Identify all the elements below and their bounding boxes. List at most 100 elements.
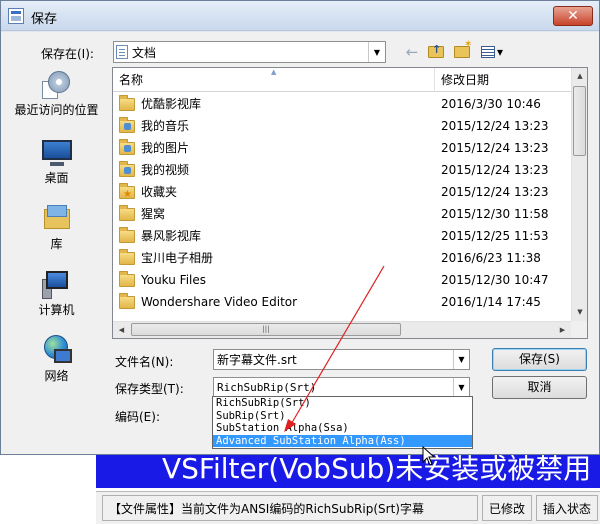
music-folder-icon <box>119 116 135 133</box>
favorites-folder-icon <box>119 182 135 206</box>
new-folder-icon <box>454 39 472 58</box>
dropdown-option[interactable]: RichSubRip(Srt) <box>213 397 472 410</box>
list-item[interactable]: 收藏夹 2015/12/24 13:23 <box>113 181 571 206</box>
file-name: 我的音乐 <box>141 119 190 133</box>
libraries-icon <box>40 203 74 235</box>
back-arrow-icon: ← <box>405 43 419 61</box>
network-icon <box>40 335 74 367</box>
place-network[interactable]: 网络 <box>9 335 104 383</box>
file-date: 2015/12/30 10:47 <box>441 273 549 287</box>
horizontal-scroll-thumb[interactable]: ||| <box>131 323 401 336</box>
dropdown-option[interactable]: SubStation Alpha(Ssa) <box>213 422 472 435</box>
file-list[interactable]: 名称 ▲ 修改日期 优酷影视库 2016/3/30 10:46 我的音乐 2015/… <box>112 67 588 339</box>
file-date: 2015/12/24 13:23 <box>441 185 549 199</box>
list-item[interactable]: 暴风影视库 2015/12/25 11:53 <box>113 225 571 247</box>
file-rows: 优酷影视库 2016/3/30 10:46 我的音乐 2015/12/24 13:2… <box>113 93 571 313</box>
list-item[interactable]: Youku Files 2015/12/30 10:47 <box>113 269 571 291</box>
folder-icon <box>119 94 135 111</box>
vertical-scroll-thumb[interactable] <box>573 86 586 156</box>
file-name: 收藏夹 <box>141 185 178 199</box>
videos-folder-icon <box>119 160 135 177</box>
filename-field[interactable]: 新字幕文件.srt ▼ <box>213 349 470 370</box>
chevron-down-icon[interactable]: ▼ <box>368 42 385 62</box>
scroll-up-icon[interactable]: ▲ <box>572 68 588 85</box>
file-date: 2015/12/30 11:58 <box>441 207 549 221</box>
filetype-select[interactable]: RichSubRip(Srt) ▼ <box>213 377 470 397</box>
folder-icon <box>119 248 135 265</box>
place-recent[interactable]: 最近访问的位置 <box>9 69 104 117</box>
folder-icon <box>119 292 135 309</box>
encoding-label: 编码(E): <box>115 410 160 424</box>
back-button[interactable]: ← <box>401 41 423 63</box>
file-name: 暴风影视库 <box>141 229 202 243</box>
cancel-button[interactable]: 取消 <box>492 376 587 399</box>
filetype-dropdown-list[interactable]: RichSubRip(Srt) SubRip(Srt) SubStation A… <box>212 396 473 449</box>
column-header-date[interactable]: 修改日期 <box>435 68 571 92</box>
scroll-corner <box>571 321 587 338</box>
up-folder-button[interactable] <box>425 41 447 63</box>
list-item[interactable]: 我的图片 2015/12/24 13:23 <box>113 137 571 159</box>
filetype-value: RichSubRip(Srt) <box>217 380 317 394</box>
status-modified: 已修改 <box>481 495 532 521</box>
place-libraries[interactable]: 库 <box>9 203 104 251</box>
folder-icon <box>119 270 135 287</box>
save-dialog: 保存 ✕ 保存在(I): 文档 ▼ ← ▾ 最近访问的位置 <box>0 0 600 455</box>
filename-label: 文件名(N): <box>115 355 174 369</box>
list-item[interactable]: 猩窝 2015/12/30 11:58 <box>113 203 571 225</box>
file-name: 我的图片 <box>141 141 190 155</box>
title-bar[interactable]: 保存 ✕ <box>1 1 599 31</box>
chevron-down-icon[interactable]: ▼ <box>453 378 469 396</box>
place-label: 计算机 <box>38 303 75 317</box>
dialog-title: 保存 <box>31 12 58 27</box>
filetype-label: 保存类型(T): <box>115 382 184 396</box>
list-item[interactable]: 宝川电子相册 2016/6/23 11:38 <box>113 247 571 269</box>
sort-ascending-icon: ▲ <box>271 68 277 76</box>
place-label: 网络 <box>44 369 69 383</box>
save-in-label: 保存在(I): <box>41 47 94 61</box>
place-computer[interactable]: 计算机 <box>9 269 104 317</box>
save-button[interactable]: 保存(S) <box>492 348 587 371</box>
views-dropdown-icon: ▾ <box>496 45 504 59</box>
documents-icon <box>116 45 128 59</box>
views-menu-button[interactable]: ▾ <box>477 41 507 63</box>
up-folder-icon <box>428 43 444 58</box>
recent-places-icon <box>40 69 74 101</box>
file-date: 2015/12/24 13:23 <box>441 141 549 155</box>
mouse-cursor-icon <box>422 446 436 466</box>
file-date: 2016/6/23 11:38 <box>441 251 541 265</box>
horizontal-scrollbar[interactable]: ◀ ||| ▶ <box>113 321 571 338</box>
scroll-right-icon[interactable]: ▶ <box>554 322 571 339</box>
place-label: 桌面 <box>44 171 69 185</box>
file-name: 宝川电子相册 <box>141 251 214 265</box>
list-item[interactable]: 优酷影视库 2016/3/30 10:46 <box>113 93 571 115</box>
place-label: 最近访问的位置 <box>14 103 99 117</box>
list-item[interactable]: 我的音乐 2015/12/24 13:23 <box>113 115 571 137</box>
status-insert-mode: 插入状态 <box>535 495 598 521</box>
file-date: 2016/1/14 17:45 <box>441 295 541 309</box>
filename-value: 新字幕文件.srt <box>217 353 297 367</box>
list-item[interactable]: 我的视频 2015/12/24 13:23 <box>113 159 571 181</box>
place-label: 库 <box>50 237 63 251</box>
computer-icon <box>40 269 74 301</box>
place-desktop[interactable]: 桌面 <box>9 137 104 185</box>
views-icon <box>480 46 495 58</box>
pictures-folder-icon <box>119 138 135 155</box>
file-name: Youku Files <box>141 273 207 287</box>
scroll-down-icon[interactable]: ▼ <box>572 304 588 321</box>
location-combobox[interactable]: 文档 ▼ <box>113 41 386 63</box>
status-file-info: 【文件属性】当前文件为ANSI编码的RichSubRip(Srt)字幕 <box>102 495 478 521</box>
location-value: 文档 <box>132 45 157 60</box>
folder-icon <box>119 226 135 243</box>
chevron-down-icon[interactable]: ▼ <box>453 350 469 369</box>
file-date: 2015/12/24 13:23 <box>441 119 549 133</box>
file-name: Wondershare Video Editor <box>141 295 298 309</box>
folder-icon <box>119 204 135 221</box>
status-bar: 【文件属性】当前文件为ANSI编码的RichSubRip(Srt)字幕 已修改 … <box>96 491 600 524</box>
list-item[interactable]: Wondershare Video Editor 2016/1/14 17:45 <box>113 291 571 313</box>
scroll-left-icon[interactable]: ◀ <box>113 322 130 339</box>
close-button[interactable]: ✕ <box>553 6 593 26</box>
file-date: 2015/12/25 11:53 <box>441 229 549 243</box>
new-folder-button[interactable] <box>451 39 473 63</box>
dropdown-option[interactable]: SubRip(Srt) <box>213 410 472 423</box>
vertical-scrollbar[interactable]: ▲ ▼ <box>571 68 587 321</box>
